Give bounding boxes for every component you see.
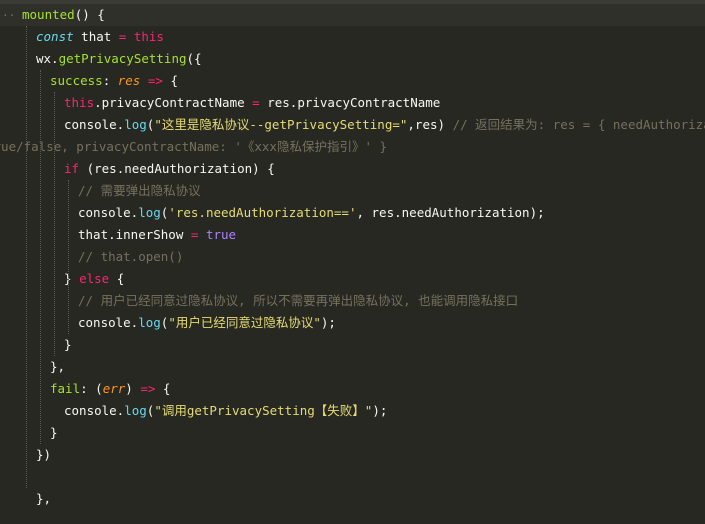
code-token: log: [124, 403, 147, 418]
code-token: true: [205, 227, 237, 242]
code-token: this: [133, 29, 164, 44]
code-text: } else {: [64, 268, 124, 290]
code-text: }: [50, 422, 58, 444]
code-token: res.privacyContractName: [259, 95, 441, 110]
code-token: getPrivacySetting: [58, 51, 187, 66]
code-text: // 需要弹出隐私协议: [78, 180, 201, 202]
code-token: log: [138, 315, 161, 330]
code-text: wx.getPrivacySetting({: [36, 48, 202, 70]
code-token: {: [155, 381, 171, 396]
code-token: wx.: [36, 51, 59, 66]
code-token: log: [124, 117, 147, 132]
code-token: ,res): [407, 117, 453, 132]
code-token: .privacyContractName: [94, 95, 253, 110]
code-token: const: [36, 29, 74, 44]
code-token: }: [64, 271, 80, 286]
code-token: console.: [64, 117, 125, 132]
code-text: fail: (err) => {: [50, 378, 170, 400]
code-token: =>: [140, 381, 156, 396]
code-token: :: [102, 73, 118, 88]
indent-guide: [26, 26, 27, 488]
code-token: (res.needAuthorization) {: [79, 161, 275, 176]
code-text: // that.open(): [78, 246, 183, 268]
code-text: this.privacyContractName = res.privacyCo…: [64, 92, 440, 114]
code-token: }: [50, 425, 58, 440]
code-token: );: [320, 315, 336, 330]
code-text: }): [36, 444, 51, 466]
code-token: {: [109, 271, 125, 286]
code-text: mounted() {: [22, 4, 105, 26]
code-token: ({: [186, 51, 202, 66]
code-token: log: [138, 205, 161, 220]
code-token: // 用户已经同意过隐私协议, 所以不需要再弹出隐私协议, 也能调用隐私接口: [78, 293, 519, 308]
code-token: ): [125, 381, 141, 396]
code-text: console.log('res.needAuthorization==', r…: [78, 202, 545, 224]
indent-guide: [40, 70, 41, 444]
code-token: that: [73, 29, 119, 44]
code-text: const that = this: [36, 26, 164, 48]
indent-guide: [68, 180, 69, 334]
code-token: , res.needAuthorization);: [356, 205, 545, 220]
code-token: res: [117, 73, 141, 88]
code-token: console.: [78, 315, 139, 330]
code-token: this: [64, 95, 95, 110]
code-token: err: [102, 381, 126, 396]
code-token: console.: [78, 205, 139, 220]
code-token: : (: [80, 381, 103, 396]
code-token: fail: [50, 381, 81, 396]
code-text: if (res.needAuthorization) {: [64, 158, 275, 180]
code-token: // 需要弹出隐私协议: [78, 183, 201, 198]
code-text: },: [50, 356, 65, 378]
code-token: },: [36, 491, 52, 506]
code-token: "用户已经同意过隐私协议": [168, 315, 321, 330]
code-line[interactable]: mounted() {: [0, 4, 705, 26]
code-token: () {: [74, 7, 105, 22]
code-text: console.log("调用getPrivacySetting【失败】");: [64, 400, 387, 422]
code-token: success: [50, 73, 103, 88]
code-token: }): [36, 447, 52, 462]
code-text: // 用户已经同意过隐私协议, 所以不需要再弹出隐私协议, 也能调用隐私接口: [78, 290, 518, 312]
code-token: true/false, privacyContractName: '《xxx隐私…: [0, 139, 388, 154]
code-token: },: [50, 359, 66, 374]
code-token: );: [372, 403, 388, 418]
code-token: that.innerShow: [78, 227, 191, 242]
code-token: if: [64, 161, 80, 176]
code-token: 'res.needAuthorization==': [168, 205, 357, 220]
code-text: console.log("用户已经同意过隐私协议");: [78, 312, 336, 334]
code-text: that.innerShow = true: [78, 224, 236, 246]
code-token: // 返回结果为: res = { needAuthorization:: [452, 117, 705, 132]
code-text: true/false, privacyContractName: '《xxx隐私…: [0, 136, 387, 158]
code-token: "调用getPrivacySetting【失败】": [154, 403, 373, 418]
code-editor[interactable]: mounted() {const that = this wx.getPrivac…: [0, 0, 705, 524]
code-token: console.: [64, 403, 125, 418]
code-token: }: [64, 337, 72, 352]
indent-guide: [54, 92, 55, 356]
code-token: "这里是隐私协议--getPrivacySetting=": [154, 117, 408, 132]
code-token: {: [162, 73, 178, 88]
code-token: =: [252, 95, 260, 110]
code-text: },: [36, 488, 51, 510]
code-token: mounted: [22, 7, 75, 22]
code-token: else: [79, 271, 110, 286]
code-token: // that.open(): [78, 249, 184, 264]
code-token: =>: [147, 73, 163, 88]
fold-marker-icon[interactable]: ··: [2, 5, 15, 27]
code-text: success: res => {: [50, 70, 178, 92]
code-text: console.log("这里是隐私协议--getPrivacySetting=…: [64, 114, 705, 136]
code-text: }: [64, 334, 72, 356]
